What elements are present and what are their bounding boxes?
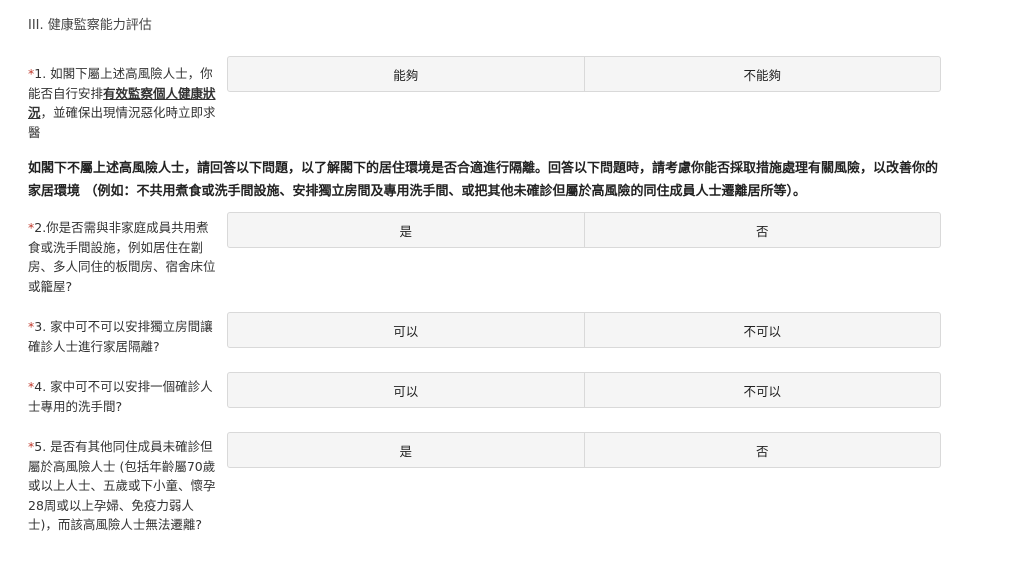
option-no-button[interactable]: 否 bbox=[583, 213, 941, 247]
option-can-button[interactable]: 可以 bbox=[228, 313, 584, 347]
question-4-label: *4. 家中可不可以安排一個確診人士專用的洗手間? bbox=[28, 377, 218, 416]
instruction-text: 如閣下不屬上述高風險人士，請回答以下問題，以了解閣下的居住環境是否合適進行隔離。… bbox=[28, 161, 939, 199]
question-4-choices: 可以 不可以 bbox=[227, 372, 941, 408]
question-3-text: 3. 家中可不可以安排獨立房間讓確診人士進行家居隔離? bbox=[28, 319, 213, 354]
option-yes-button[interactable]: 是 bbox=[228, 433, 584, 467]
question-2-text: 2.你是否需與非家庭成員共用煮食或洗手間設施，例如居住在劏房、多人同住的板間房、… bbox=[28, 220, 216, 294]
question-5-choices: 是 否 bbox=[227, 432, 941, 468]
option-cannot-button[interactable]: 不可以 bbox=[583, 313, 941, 347]
option-can-button[interactable]: 可以 bbox=[228, 373, 584, 407]
option-able-button[interactable]: 能夠 bbox=[228, 57, 584, 91]
question-1-text-end: ，並確保出現情況惡化時立即求醫 bbox=[28, 105, 216, 140]
option-cannot-button[interactable]: 不可以 bbox=[583, 373, 941, 407]
question-1-choices: 能夠 不能夠 bbox=[227, 56, 941, 92]
question-1-label: *1. 如閣下屬上述高風險人士，你能否自行安排有效監察個人健康狀況，並確保出現情… bbox=[28, 64, 218, 142]
question-5-label: *5. 是否有其他同住成員未確診但屬於高風險人士 (包括年齡屬70歲或以上人士、… bbox=[28, 437, 218, 535]
section-title: III. 健康監察能力評估 bbox=[28, 18, 152, 33]
question-5-text: 5. 是否有其他同住成員未確診但屬於高風險人士 (包括年齡屬70歲或以上人士、五… bbox=[28, 439, 216, 532]
question-3-choices: 可以 不可以 bbox=[227, 312, 941, 348]
question-2-label: *2.你是否需與非家庭成員共用煮食或洗手間設施，例如居住在劏房、多人同住的板間房… bbox=[28, 218, 218, 296]
question-4-text: 4. 家中可不可以安排一個確診人士專用的洗手間? bbox=[28, 379, 213, 414]
question-2-choices: 是 否 bbox=[227, 212, 941, 248]
option-yes-button[interactable]: 是 bbox=[228, 213, 584, 247]
option-unable-button[interactable]: 不能夠 bbox=[583, 57, 941, 91]
option-no-button[interactable]: 否 bbox=[583, 433, 941, 467]
question-3-label: *3. 家中可不可以安排獨立房間讓確診人士進行家居隔離? bbox=[28, 317, 218, 356]
